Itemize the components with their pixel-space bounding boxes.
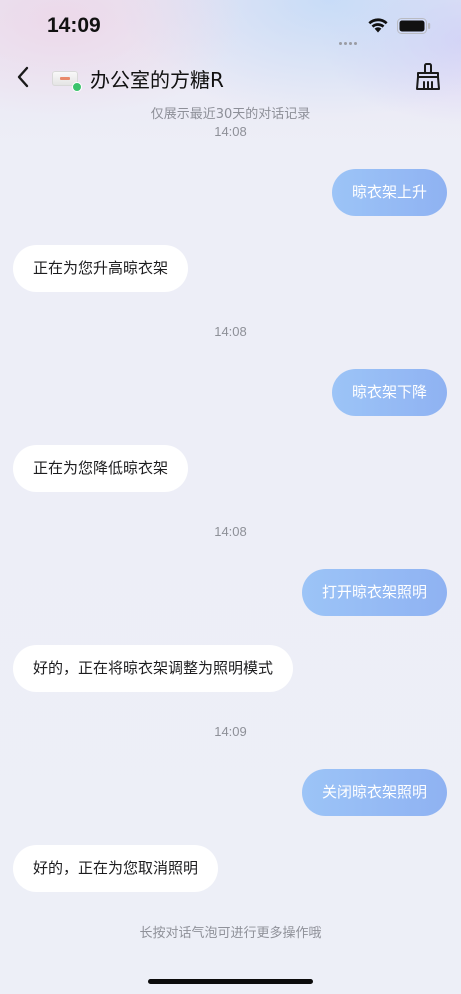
timestamp: 14:08 [214,124,247,139]
battery-icon [397,18,431,34]
back-arrow-icon[interactable] [12,64,36,90]
incoming-message-bubble[interactable]: 好的，正在为您取消照明 [13,845,219,892]
nav-bar: 办公室的方糖R [0,54,461,102]
chat-title: 办公室的方糖R [90,68,224,92]
wifi-icon [368,18,388,33]
incoming-message-bubble[interactable]: 好的，正在将晾衣架调整为照明模式 [13,645,294,692]
timestamp: 14:09 [214,724,247,739]
history-notice: 仅展示最近30天的对话记录 [150,107,311,122]
device-thumbnail [52,71,82,92]
outgoing-message-bubble[interactable]: 晾衣架下降 [331,369,447,416]
outgoing-message-bubble[interactable]: 晾衣架上升 [331,169,447,216]
long-press-hint: 长按对话气泡可进行更多操作哦 [139,926,322,941]
cellular-signal-icon [339,30,359,49]
clear-history-broom-icon[interactable] [414,62,442,92]
home-indicator[interactable] [148,979,313,984]
status-bar: 14:09 [0,0,461,54]
status-time: 14:09 [47,14,101,37]
outgoing-message-bubble[interactable]: 打开晾衣架照明 [301,569,447,616]
timestamp: 14:08 [214,324,247,339]
outgoing-message-bubble[interactable]: 关闭晾衣架照明 [301,769,447,816]
online-status-dot [72,82,82,92]
timestamp: 14:08 [214,524,247,539]
incoming-message-bubble[interactable]: 正在为您降低晾衣架 [13,445,189,492]
incoming-message-bubble[interactable]: 正在为您升高晾衣架 [13,245,189,292]
